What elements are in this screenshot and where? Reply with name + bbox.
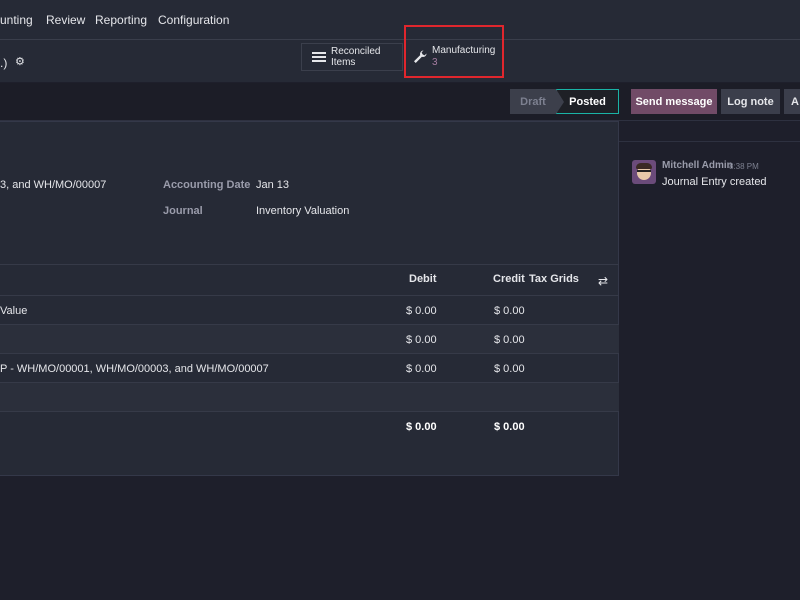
row-label: Value: [0, 305, 28, 317]
column-settings-icon[interactable]: ⇄: [598, 274, 608, 288]
row-credit: $ 0.00: [494, 334, 525, 346]
table-header: [0, 264, 619, 295]
journal-value[interactable]: Inventory Valuation: [256, 205, 349, 217]
gear-icon[interactable]: ⚙: [15, 55, 25, 68]
send-message-button[interactable]: Send message: [631, 89, 717, 114]
table-row[interactable]: P - WH/MO/00001, WH/MO/00003, and WH/MO/…: [0, 353, 619, 382]
avatar[interactable]: [632, 160, 656, 184]
breadcrumb[interactable]: .): [0, 56, 7, 70]
table-row[interactable]: Value $ 0.00 $ 0.00: [0, 295, 619, 324]
accounting-date-label: Accounting Date: [163, 179, 251, 191]
reconciled-items-label: Reconciled Items: [330, 46, 381, 68]
avatar-hair: [636, 163, 652, 169]
menu-review[interactable]: Review: [46, 13, 85, 27]
row-credit: $ 0.00: [494, 363, 525, 375]
row-label: P - WH/MO/00001, WH/MO/00003, and WH/MO/…: [0, 363, 269, 375]
chatter-message: Journal Entry created: [662, 176, 767, 188]
log-note-button[interactable]: Log note: [721, 89, 780, 114]
table-totals-row: $ 0.00 $ 0.00: [0, 411, 619, 441]
chatter-divider: [619, 141, 800, 142]
menu-reporting[interactable]: Reporting: [95, 13, 147, 27]
status-posted[interactable]: Posted: [556, 89, 619, 114]
table-add-line-row[interactable]: [0, 382, 619, 411]
chatter-time: 8:38 PM: [729, 162, 759, 171]
chatter-author[interactable]: Mitchell Admin: [662, 160, 733, 171]
total-debit: $ 0.00: [406, 421, 437, 433]
activity-button[interactable]: A: [784, 89, 800, 114]
main-navbar: unting Review Reporting Configuration: [0, 0, 800, 40]
reference-value: 3, and WH/MO/00007: [0, 179, 107, 191]
total-credit: $ 0.00: [494, 421, 525, 433]
menu-configuration[interactable]: Configuration: [158, 13, 229, 27]
column-debit: Debit: [409, 273, 437, 285]
status-draft[interactable]: Draft: [510, 89, 556, 114]
column-tax-grids: Tax Grids: [529, 273, 579, 285]
menu-accounting[interactable]: unting: [0, 13, 33, 27]
row-debit: $ 0.00: [406, 363, 437, 375]
row-debit: $ 0.00: [406, 334, 437, 346]
accounting-date-value[interactable]: Jan 13: [256, 179, 289, 191]
column-credit: Credit: [493, 273, 525, 285]
table-row[interactable]: $ 0.00 $ 0.00: [0, 324, 619, 353]
journal-label: Journal: [163, 205, 203, 217]
row-credit: $ 0.00: [494, 305, 525, 317]
reconciled-items-button[interactable]: Reconciled Items: [301, 43, 403, 71]
avatar-glasses: [637, 170, 651, 174]
highlight-box: [404, 25, 504, 78]
row-debit: $ 0.00: [406, 305, 437, 317]
list-icon: [312, 52, 326, 62]
